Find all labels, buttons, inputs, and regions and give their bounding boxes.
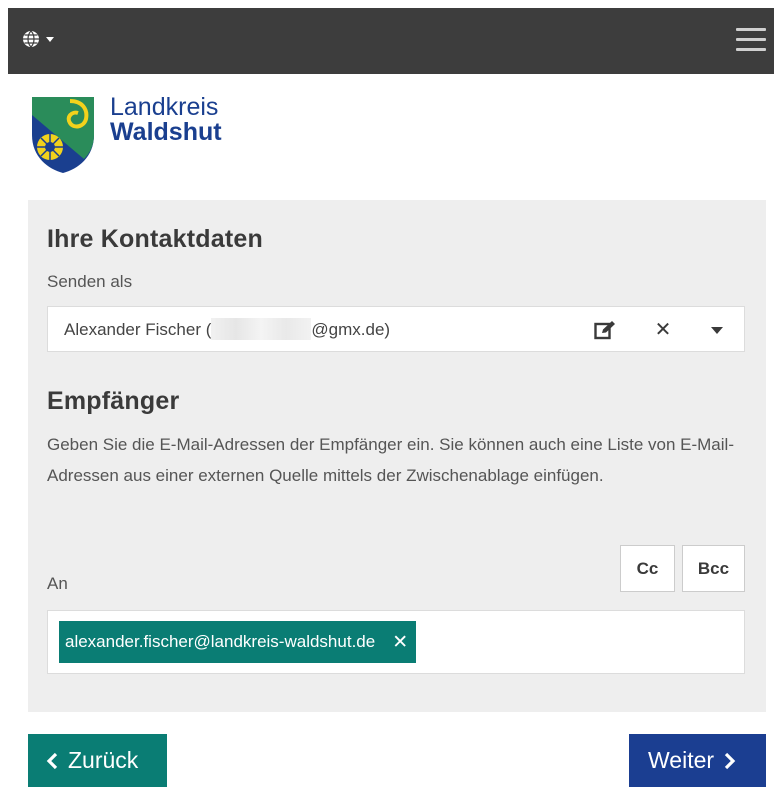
next-button-label: Weiter	[648, 747, 715, 773]
close-icon[interactable]: ✕	[650, 317, 676, 343]
chevron-left-icon	[46, 752, 58, 770]
recipient-chip: alexander.fischer@landkreis-waldshut.de …	[59, 621, 417, 663]
redacted-email	[211, 318, 312, 341]
sender-email-domain: @gmx.de)	[311, 320, 391, 339]
edit-icon[interactable]	[592, 317, 618, 343]
recipient-chip-email: alexander.fischer@landkreis-waldshut.de	[65, 632, 376, 651]
language-selector[interactable]	[22, 30, 54, 48]
site-logo[interactable]: Landkreis Waldshut	[30, 95, 222, 180]
chevron-right-icon	[724, 752, 736, 770]
hamburger-menu-icon[interactable]	[736, 28, 766, 52]
chevron-down-icon[interactable]	[704, 317, 730, 343]
top-navigation-bar	[8, 8, 774, 74]
contact-heading: Ihre Kontaktdaten	[47, 225, 263, 253]
cc-button[interactable]: Cc	[620, 545, 675, 592]
back-button[interactable]: Zurück	[28, 734, 167, 787]
back-button-label: Zurück	[68, 747, 139, 773]
recipients-description: Geben Sie die E-Mail-Adressen der Empfän…	[47, 435, 734, 485]
to-label: An	[47, 574, 68, 593]
globe-icon	[22, 30, 40, 48]
chevron-down-icon	[46, 36, 54, 42]
logo-line-2: Waldshut	[110, 118, 222, 146]
next-button[interactable]: Weiter	[629, 734, 766, 787]
sender-name: Alexander Fischer (	[64, 320, 212, 339]
sender-value: Alexander Fischer ( @gmx.de)	[64, 318, 391, 341]
recipients-heading: Empfänger	[47, 387, 180, 415]
form-panel: Ihre Kontaktdaten Senden als Alexander F…	[28, 200, 766, 712]
coat-of-arms-icon	[30, 95, 96, 180]
sender-select[interactable]: Alexander Fischer ( @gmx.de) ✕	[47, 306, 745, 352]
bcc-button[interactable]: Bcc	[682, 545, 745, 592]
recipient-input[interactable]: alexander.fischer@landkreis-waldshut.de …	[47, 610, 745, 674]
send-as-label: Senden als	[47, 272, 133, 291]
logo-line-1: Landkreis	[110, 93, 219, 121]
remove-recipient-icon[interactable]: ✕	[392, 631, 408, 654]
